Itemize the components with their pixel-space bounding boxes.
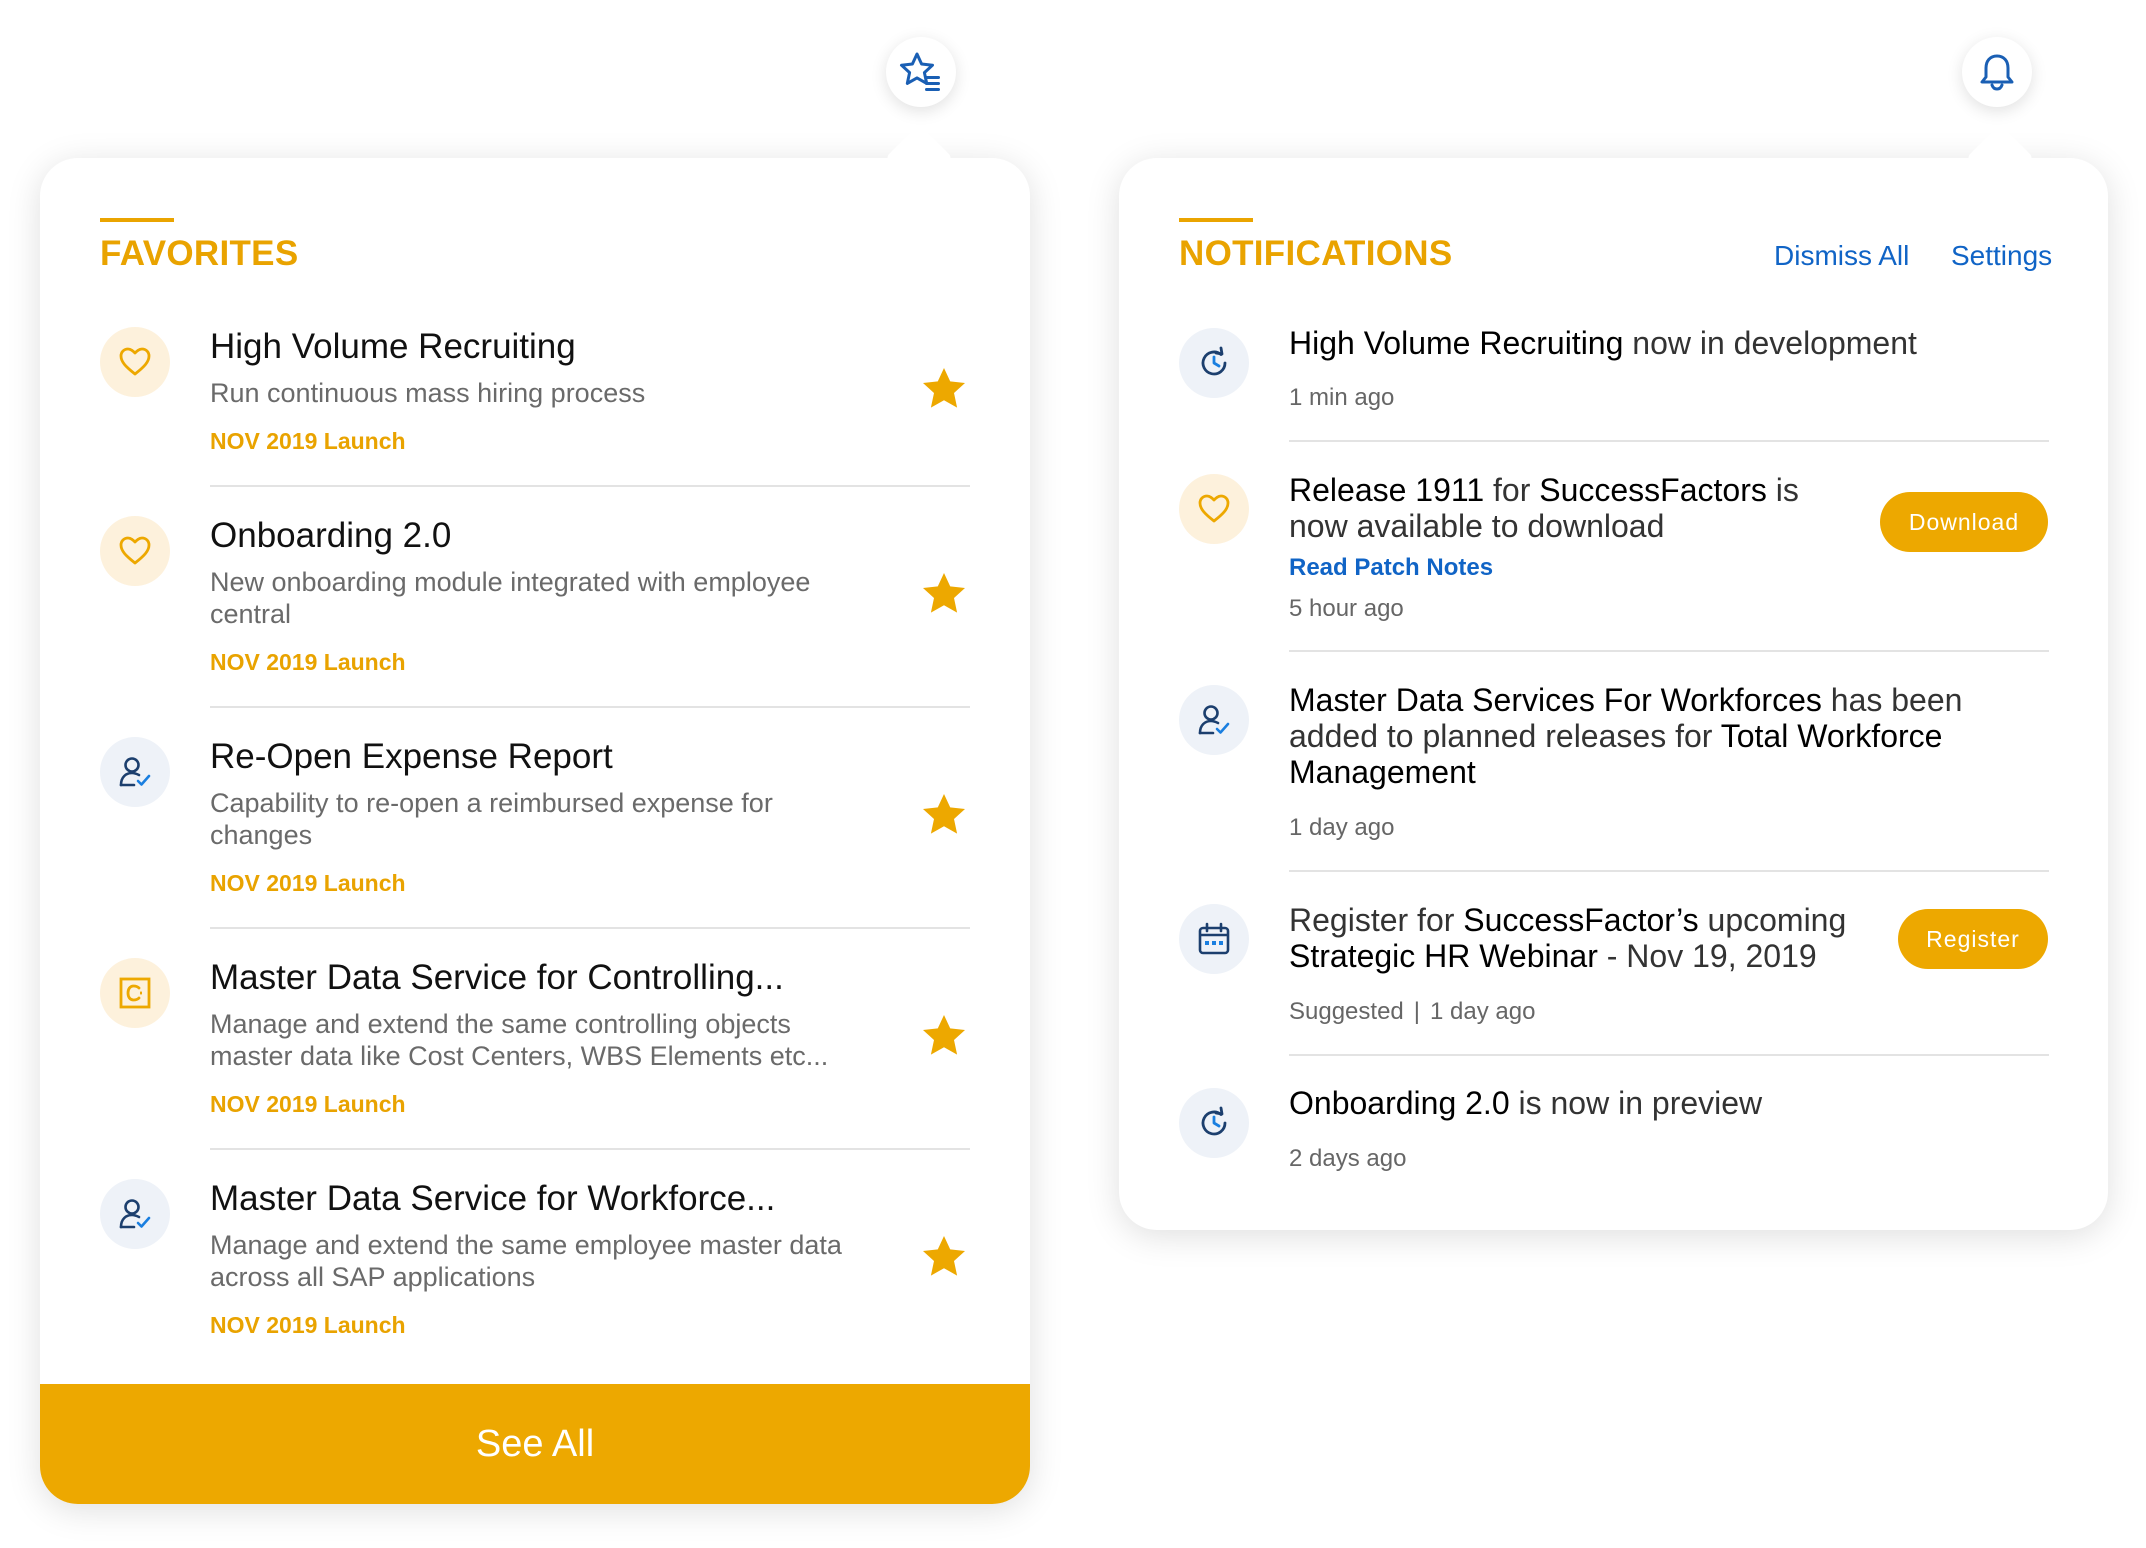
- divider: [210, 485, 970, 487]
- favorite-description: New onboarding module integrated with em…: [210, 567, 811, 629]
- dismiss-all-link[interactable]: Dismiss All: [1774, 240, 1909, 272]
- user-check-icon: [1179, 685, 1249, 755]
- favorite-title: High Volume Recruiting: [210, 327, 576, 366]
- notification-time: 1 min ago: [1289, 384, 1395, 411]
- favorite-launch: NOV 2019 Launch: [210, 428, 406, 454]
- favorite-description: Manage and extend the same employee mast…: [210, 1230, 842, 1292]
- register-button[interactable]: Register: [1898, 909, 2048, 969]
- notification-message: Register for SuccessFactor’s upcoming St…: [1289, 902, 1847, 974]
- read-patch-notes-link[interactable]: Read Patch Notes: [1289, 554, 1493, 582]
- favorite-title: Master Data Service for Controlling...: [210, 958, 784, 997]
- notification-time: 2 days ago: [1289, 1145, 1407, 1172]
- favorite-launch: NOV 2019 Launch: [210, 649, 406, 675]
- star-icon[interactable]: [920, 365, 968, 413]
- favorite-title: Onboarding 2.0: [210, 516, 452, 555]
- settings-link[interactable]: Settings: [1951, 240, 2052, 272]
- favorite-title: Master Data Service for Workforce...: [210, 1179, 776, 1218]
- bell-icon: [1980, 54, 2014, 91]
- history-icon: [1179, 1088, 1249, 1158]
- divider: [210, 1148, 970, 1150]
- notifications-title: NOTIFICATIONS: [1179, 234, 1453, 273]
- heart-icon: [1179, 474, 1249, 544]
- star-icon[interactable]: [920, 791, 968, 839]
- calendar-icon: [1179, 904, 1249, 974]
- notification-time: 5 hour ago: [1289, 595, 1404, 622]
- divider: [210, 927, 970, 929]
- notification-message: High Volume Recruiting now in developmen…: [1289, 325, 1917, 361]
- notifications-panel: NOTIFICATIONS Dismiss All Settings High …: [1119, 124, 2108, 1230]
- star-list-icon: [900, 52, 940, 91]
- favorite-launch: NOV 2019 Launch: [210, 1091, 406, 1117]
- divider: [1289, 870, 2049, 872]
- star-icon[interactable]: [920, 570, 968, 618]
- favorite-title: Re-Open Expense Report: [210, 737, 613, 776]
- notification-message: Master Data Services For Workforces has …: [1289, 682, 1963, 790]
- notifications-toggle-button[interactable]: [1962, 37, 2032, 107]
- favorites-panel: FAVORITES High Volume Recruiting Run con…: [40, 124, 1030, 1504]
- divider: [1289, 1054, 2049, 1056]
- notification-message: Onboarding 2.0 is now in preview: [1289, 1085, 1763, 1121]
- heading-accent: [1179, 218, 1253, 222]
- divider: [1289, 440, 2049, 442]
- favorite-launch: NOV 2019 Launch: [210, 1312, 406, 1338]
- favorites-toggle-button[interactable]: [886, 37, 956, 107]
- user-check-icon: [100, 737, 170, 807]
- star-icon[interactable]: [920, 1012, 968, 1060]
- heart-icon: [100, 516, 170, 586]
- heading-accent: [100, 218, 174, 222]
- notification-message: Release 1911 for SuccessFactors is now a…: [1289, 472, 1799, 544]
- divider: [1289, 650, 2049, 652]
- notification-time: Suggested | 1 day ago: [1289, 998, 1536, 1025]
- see-all-button[interactable]: See All: [40, 1384, 1030, 1504]
- controlling-icon: [100, 958, 170, 1028]
- favorite-description: Manage and extend the same controlling o…: [210, 1009, 829, 1071]
- favorite-description: Run continuous mass hiring process: [210, 378, 646, 408]
- notification-time: 1 day ago: [1289, 814, 1395, 841]
- download-button[interactable]: Download: [1880, 492, 2048, 552]
- user-check-icon: [100, 1179, 170, 1249]
- favorite-launch: NOV 2019 Launch: [210, 870, 406, 896]
- favorites-title: FAVORITES: [100, 234, 299, 273]
- divider: [210, 706, 970, 708]
- star-icon[interactable]: [920, 1233, 968, 1281]
- history-icon: [1179, 328, 1249, 398]
- favorite-description: Capability to re-open a reimbursed expen…: [210, 788, 773, 850]
- heart-icon: [100, 327, 170, 397]
